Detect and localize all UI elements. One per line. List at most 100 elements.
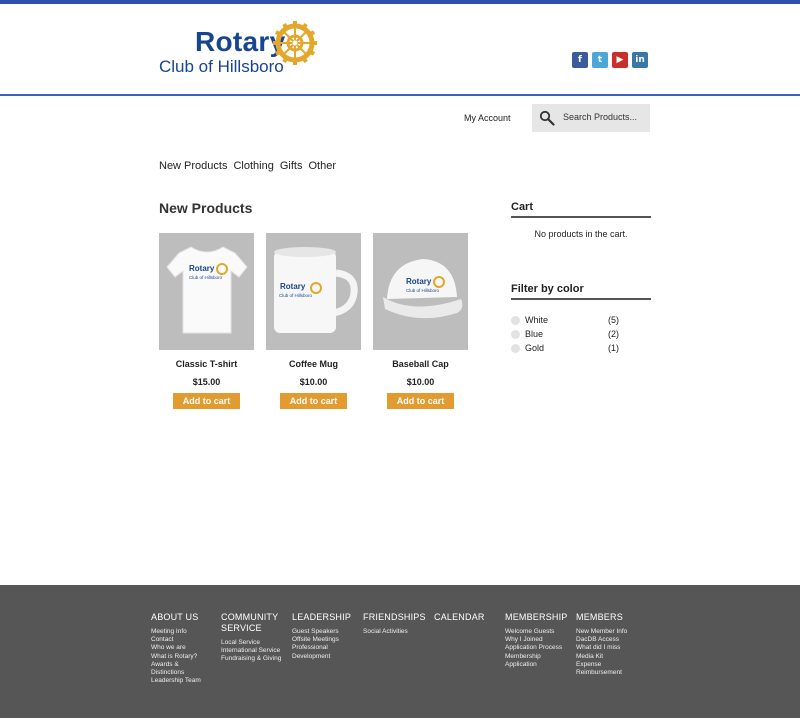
footer-heading[interactable]: LEADERSHIP xyxy=(292,612,360,623)
add-to-cart-button[interactable]: Add to cart xyxy=(173,393,240,409)
product-price: $15.00 xyxy=(192,377,221,387)
facebook-icon[interactable]: f xyxy=(572,52,588,68)
cart-empty-message: No products in the cart. xyxy=(534,229,628,239)
site-header: Rotary Club of Hillsboro f t ▶ in xyxy=(0,4,800,96)
add-to-cart-button[interactable]: Add to cart xyxy=(280,393,347,409)
social-links: f t ▶ in xyxy=(572,52,648,68)
footer-link[interactable]: Membership xyxy=(505,653,573,661)
footer-link[interactable]: Offsite Meetings xyxy=(292,636,360,644)
product-image-cap[interactable]: Rotary Club of Hillsboro xyxy=(373,233,468,350)
nav-item-other[interactable]: Other xyxy=(308,160,336,172)
rotary-wheel-icon xyxy=(273,21,317,65)
footer-link[interactable]: Distinctions xyxy=(151,669,219,677)
search-input[interactable]: Search Products... xyxy=(563,112,637,122)
product-name[interactable]: Baseball Cap xyxy=(373,359,468,369)
product-name[interactable]: Classic T-shirt xyxy=(159,359,254,369)
site-footer: ABOUT US Meeting Info Contact Who we are… xyxy=(0,585,800,718)
product-logo-subtext: Club of Hillsboro xyxy=(406,288,440,293)
linkedin-icon[interactable]: in xyxy=(632,52,648,68)
footer-link[interactable]: Leadership Team xyxy=(151,677,219,685)
footer-link[interactable]: Fundraising & Giving xyxy=(221,655,285,663)
product-name[interactable]: Coffee Mug xyxy=(266,359,361,369)
product-logo-text: Rotary xyxy=(406,277,432,286)
footer-link[interactable]: What is Rotary? xyxy=(151,653,219,661)
footer-heading[interactable]: FRIENDSHIPS xyxy=(363,612,431,623)
footer-link[interactable]: What did I miss xyxy=(576,644,644,652)
footer-link[interactable]: Local Service xyxy=(221,639,285,647)
section-title: New Products xyxy=(159,200,253,216)
footer-link[interactable]: Development xyxy=(292,653,360,661)
product-price: $10.00 xyxy=(299,377,328,387)
footer-link[interactable]: Who we are xyxy=(151,644,219,652)
filter-option-gold[interactable]: Gold (1) xyxy=(511,342,651,356)
footer-link[interactable]: Reimbursement xyxy=(576,669,644,677)
product-card: Rotary Club of Hillsboro Coffee Mug $10.… xyxy=(266,233,361,409)
footer-column-members: MEMBERS New Member Info DacDB Access Wha… xyxy=(576,612,644,677)
my-account-link[interactable]: My Account xyxy=(464,113,511,123)
product-image-mug[interactable]: Rotary Club of Hillsboro xyxy=(266,233,361,350)
footer-link[interactable]: Awards & xyxy=(151,661,219,669)
filter-count: (1) xyxy=(608,343,619,353)
filter-option-blue[interactable]: Blue (2) xyxy=(511,328,651,342)
footer-link[interactable]: Application Process xyxy=(505,644,573,652)
footer-link[interactable]: Why I Joined xyxy=(505,636,573,644)
nav-item-new-products[interactable]: New Products xyxy=(159,160,227,172)
product-price: $10.00 xyxy=(406,377,435,387)
product-logo-text: Rotary xyxy=(189,264,215,273)
footer-link[interactable]: Welcome Guests xyxy=(505,628,573,636)
nav-item-gifts[interactable]: Gifts xyxy=(280,160,303,172)
filter-label: White xyxy=(525,315,549,325)
footer-link[interactable]: Professional xyxy=(292,644,360,652)
cap-icon: Rotary Club of Hillsboro xyxy=(383,259,463,319)
footer-heading[interactable]: ABOUT US xyxy=(151,612,219,623)
add-to-cart-button[interactable]: Add to cart xyxy=(387,393,454,409)
footer-column-leadership: LEADERSHIP Guest Speakers Offsite Meetin… xyxy=(292,612,360,661)
footer-link[interactable]: Meeting Info xyxy=(151,628,219,636)
filter-label: Blue xyxy=(525,329,544,339)
search-box[interactable]: Search Products... xyxy=(532,104,650,132)
product-card: Rotary Club of Hillsboro Baseball Cap $1… xyxy=(373,233,468,409)
footer-link[interactable]: International Service xyxy=(221,647,285,655)
product-logo-subtext: Club of Hillsboro xyxy=(189,275,223,280)
filter-divider xyxy=(511,298,651,300)
footer-link[interactable]: DacDB Access xyxy=(576,636,644,644)
filter-radio[interactable] xyxy=(511,316,520,325)
site-logo[interactable]: Rotary Club of Hillsboro xyxy=(159,20,324,82)
filter-count: (2) xyxy=(608,329,619,339)
filter-label: Gold xyxy=(525,343,545,353)
youtube-icon[interactable]: ▶ xyxy=(612,52,628,68)
footer-column-membership: MEMBERSHIP Welcome Guests Why I Joined A… xyxy=(505,612,573,669)
footer-column-about: ABOUT US Meeting Info Contact Who we are… xyxy=(151,612,219,685)
footer-heading[interactable]: CALENDAR xyxy=(434,612,502,623)
filter-option-white[interactable]: White (5) xyxy=(511,314,651,328)
footer-heading[interactable]: COMMUNITY SERVICE xyxy=(221,612,285,634)
mug-icon: Rotary Club of Hillsboro xyxy=(274,247,358,333)
product-image-tshirt[interactable]: Rotary Club of Hillsboro xyxy=(159,233,254,350)
footer-heading[interactable]: MEMBERSHIP xyxy=(505,612,573,623)
product-logo-text: Rotary xyxy=(280,282,306,291)
footer-link[interactable]: New Member Info xyxy=(576,628,644,636)
footer-link[interactable]: Guest Speakers xyxy=(292,628,360,636)
footer-link[interactable]: Expense xyxy=(576,661,644,669)
filter-radio[interactable] xyxy=(511,344,520,353)
product-logo-subtext: Club of Hillsboro xyxy=(279,293,313,298)
tshirt-icon: Rotary Club of Hillsboro xyxy=(166,246,248,334)
footer-link[interactable]: Contact xyxy=(151,636,219,644)
footer-column-friendships: FRIENDSHIPS Social Activities xyxy=(363,612,431,636)
footer-link[interactable]: Media Kit xyxy=(576,653,644,661)
filter-count: (5) xyxy=(608,315,619,325)
filter-radio[interactable] xyxy=(511,330,520,339)
footer-column-calendar: CALENDAR xyxy=(434,612,502,623)
footer-link[interactable]: Application xyxy=(505,661,573,669)
nav-item-clothing[interactable]: Clothing xyxy=(233,160,273,172)
footer-column-community: COMMUNITY SERVICE Local Service Internat… xyxy=(221,612,285,664)
footer-link[interactable]: Social Activities xyxy=(363,628,431,636)
category-nav: New Products Clothing Gifts Other xyxy=(159,160,336,172)
twitter-icon[interactable]: t xyxy=(592,52,608,68)
cart-divider xyxy=(511,216,651,218)
product-card: Rotary Club of Hillsboro Classic T-shirt… xyxy=(159,233,254,409)
search-icon xyxy=(539,110,555,126)
cart-title: Cart xyxy=(511,201,534,213)
logo-subtitle: Club of Hillsboro xyxy=(159,57,284,76)
footer-heading[interactable]: MEMBERS xyxy=(576,612,644,623)
